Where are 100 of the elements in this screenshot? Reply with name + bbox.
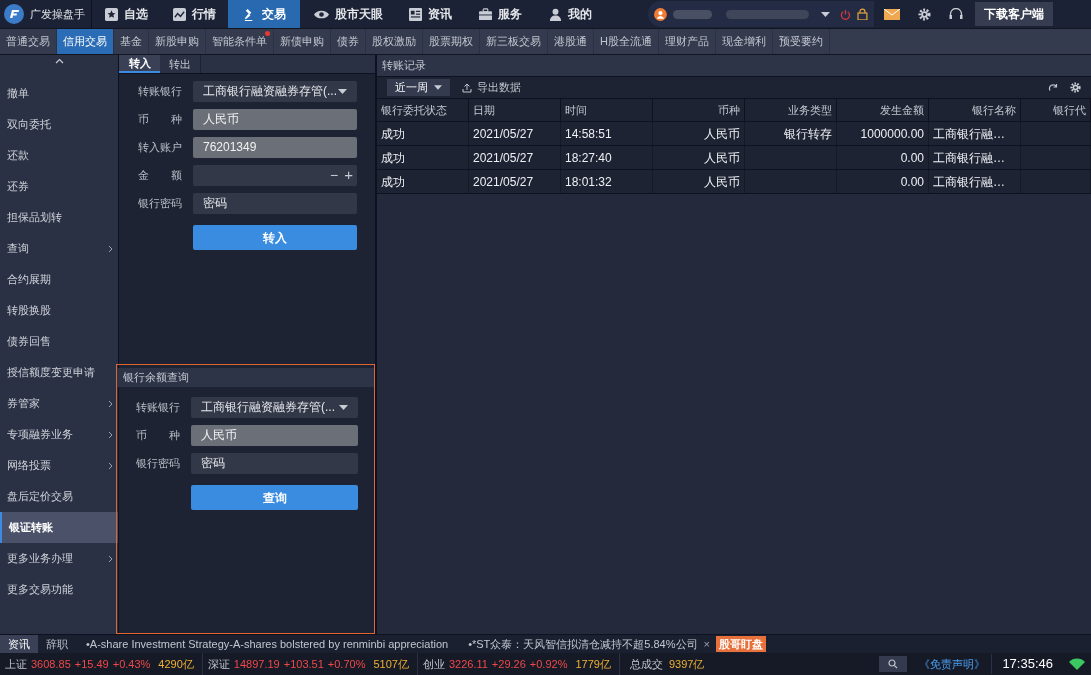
- value-field[interactable]: 76201349: [193, 136, 357, 158]
- password-field[interactable]: 密码: [191, 452, 358, 474]
- mail-icon[interactable]: [884, 8, 900, 20]
- disclaimer-link[interactable]: 《免责声明》: [913, 655, 992, 673]
- sidebar-item[interactable]: 专项融券业务: [0, 419, 118, 450]
- ticker-tab[interactable]: 辞职: [38, 635, 76, 653]
- table-cell-text: 18:27:40: [565, 149, 612, 167]
- trade-tab[interactable]: 预受要约: [772, 29, 829, 54]
- trade-tab[interactable]: 理财产品: [658, 29, 715, 54]
- index-percent: +0.43%: [112, 656, 151, 672]
- trade-tab[interactable]: 智能条件单: [206, 29, 273, 54]
- field-label: 转账银行: [137, 83, 183, 99]
- table-cell-text: 2021/05/27: [473, 149, 534, 167]
- column-header[interactable]: 币种: [653, 99, 745, 121]
- field-label: 转账银行: [135, 399, 181, 415]
- column-header[interactable]: 发生金额: [837, 99, 929, 121]
- value-field[interactable]: 人民币: [191, 424, 358, 446]
- sidebar-item[interactable]: 合约展期: [0, 264, 118, 295]
- table-cell-text: 人民币: [704, 125, 740, 143]
- plus-button[interactable]: +: [344, 163, 353, 187]
- table-cell-text: 成功: [381, 149, 405, 167]
- close-button[interactable]: ×: [697, 635, 716, 653]
- period-dropdown[interactable]: 近一周: [387, 79, 450, 96]
- lock-icon[interactable]: [857, 8, 868, 20]
- export-button[interactable]: 导出数据: [462, 79, 521, 96]
- sidebar-item[interactable]: 查询: [0, 233, 118, 264]
- column-header[interactable]: 银行委托状态: [377, 99, 469, 121]
- query-button[interactable]: 查询: [191, 485, 358, 510]
- nav-tab[interactable]: 服务: [464, 0, 536, 28]
- amount-field[interactable]: − +: [193, 164, 357, 186]
- trade-tab[interactable]: 信用交易: [57, 29, 113, 54]
- download-button[interactable]: 下载客户端: [975, 2, 1053, 26]
- transfer-tab[interactable]: 转入: [119, 55, 160, 73]
- trade-tab[interactable]: H股全流通: [594, 29, 658, 54]
- transfer-tab[interactable]: 转出: [160, 55, 201, 73]
- trade-tab[interactable]: 股票期权: [423, 29, 479, 54]
- bank-select[interactable]: 工商银行融资融券存管(...: [191, 396, 358, 418]
- trade-tab[interactable]: 股权激励: [366, 29, 422, 54]
- power-icon[interactable]: [840, 8, 852, 20]
- sidebar-item[interactable]: 券管家: [0, 388, 118, 419]
- sidebar-item[interactable]: 授信额度变更申请: [0, 357, 118, 388]
- app-title: 广发操盘手: [30, 6, 85, 22]
- search-icon: [888, 659, 899, 669]
- column-header[interactable]: 业务类型: [745, 99, 837, 121]
- trade-tab[interactable]: 现金增利: [715, 29, 772, 54]
- sidebar-item[interactable]: 撤单: [0, 78, 118, 109]
- sidebar-item[interactable]: 更多交易功能: [0, 574, 118, 605]
- total-label: 总成交: [629, 656, 663, 672]
- caret-icon[interactable]: [821, 11, 831, 17]
- value-field[interactable]: 人民币: [193, 108, 357, 130]
- sidebar-item[interactable]: 还券: [0, 171, 118, 202]
- news-headline[interactable]: •A-share Investment Strategy-A-shares bolstered by renminbi appreciation: [76, 635, 459, 653]
- trade-tab[interactable]: 港股通: [548, 29, 593, 54]
- trade-tab[interactable]: 新三板交易: [480, 29, 547, 54]
- column-header[interactable]: 日期: [469, 99, 561, 121]
- settings-icon[interactable]: [1070, 82, 1081, 93]
- sidebar-item[interactable]: 还款: [0, 140, 118, 171]
- table-cell-text: 工商银行融…: [933, 125, 1005, 143]
- sidebar-item[interactable]: 转股换股: [0, 295, 118, 326]
- field-label: 币 种: [135, 427, 181, 443]
- user-icon: [548, 7, 562, 21]
- column-header[interactable]: 银行名称: [929, 99, 1021, 121]
- nav-tab[interactable]: 我的: [536, 0, 604, 28]
- nav-tab[interactable]: 自选: [92, 0, 160, 28]
- table-cell-text: 18:01:32: [565, 173, 612, 191]
- transfer-in-button[interactable]: 转入: [193, 225, 357, 250]
- headset-icon[interactable]: [949, 8, 963, 20]
- sidebar-item[interactable]: 银证转账: [0, 512, 118, 543]
- sidebar-item[interactable]: 更多业务办理: [0, 543, 118, 574]
- settings-icon[interactable]: [918, 7, 931, 21]
- column-header[interactable]: 银行代: [1021, 99, 1091, 121]
- news-icon: [408, 7, 422, 21]
- minus-button[interactable]: −: [330, 164, 339, 186]
- sidebar-item[interactable]: 盘后定价交易: [0, 481, 118, 512]
- trade-tab[interactable]: 基金: [114, 29, 148, 54]
- index-change: +15.49: [74, 656, 109, 672]
- caret-icon: [338, 88, 347, 94]
- trade-tab[interactable]: 新股申购: [149, 29, 205, 54]
- bank-select[interactable]: 工商银行融资融券存管(...: [193, 80, 357, 102]
- refresh-icon[interactable]: [1048, 82, 1058, 93]
- scroll-up-icon[interactable]: [54, 58, 64, 64]
- index-volume: 4290亿: [158, 656, 194, 672]
- table-cell-text: 成功: [381, 125, 405, 143]
- password-field[interactable]: 密码: [193, 192, 357, 214]
- trade-tab[interactable]: 普通交易: [0, 29, 56, 54]
- sidebar-item[interactable]: 担保品划转: [0, 202, 118, 233]
- ticker-tab[interactable]: 资讯: [0, 635, 38, 653]
- news-headline[interactable]: •*ST众泰：天风智信拟清仓减持不超5.84%公司: [458, 635, 698, 653]
- sidebar-item[interactable]: 双向委托: [0, 109, 118, 140]
- nav-tab[interactable]: 资讯: [396, 0, 464, 28]
- search-button[interactable]: [879, 656, 908, 672]
- nav-tab[interactable]: 行情: [160, 0, 228, 28]
- nav-tab[interactable]: 股市天眼: [300, 0, 396, 28]
- trade-tab[interactable]: 债券: [331, 29, 365, 54]
- sidebar-item[interactable]: 债券回售: [0, 326, 118, 357]
- avatar-icon: [654, 7, 667, 21]
- sidebar-item[interactable]: 网络投票: [0, 450, 118, 481]
- column-header[interactable]: 时间: [561, 99, 653, 121]
- trade-tab[interactable]: 新债申购: [274, 29, 330, 54]
- nav-tab[interactable]: 交易: [228, 0, 300, 28]
